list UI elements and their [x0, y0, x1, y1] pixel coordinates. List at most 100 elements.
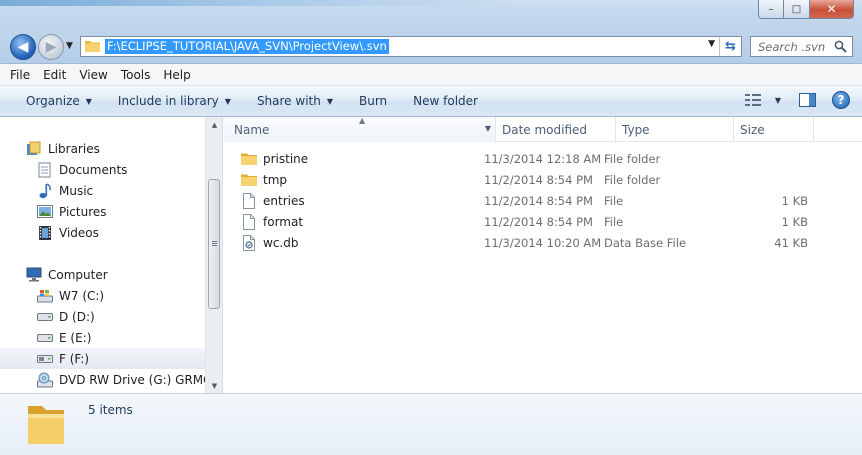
- file-date: 11/2/2014 8:54 PM: [484, 193, 593, 208]
- nav-item-music[interactable]: Music: [0, 180, 205, 201]
- back-button[interactable]: ◀: [10, 34, 36, 60]
- drive-icon: [37, 330, 53, 346]
- view-details-icon[interactable]: [744, 94, 761, 106]
- menu-help[interactable]: Help: [163, 68, 190, 82]
- share-with-button[interactable]: Share with ▼: [257, 94, 333, 108]
- nav-pane-scrollbar[interactable]: ▲ ▼: [205, 117, 222, 393]
- drive-icon: [37, 309, 53, 325]
- nav-item-drive-f[interactable]: F (F:): [0, 348, 205, 369]
- file-size: 1 KB: [781, 214, 808, 229]
- arrow-right-icon: ▶: [45, 39, 57, 55]
- address-bar[interactable]: F:\ECLIPSE_TUTORIAL\JAVA_SVN\ProjectView…: [80, 36, 742, 57]
- nav-item-pictures[interactable]: Pictures: [0, 201, 205, 222]
- address-dropdown-button[interactable]: ▼: [708, 39, 715, 49]
- documents-icon: [37, 162, 53, 178]
- refresh-button[interactable]: ⇆: [719, 37, 741, 56]
- file-row[interactable]: tmp 11/2/2014 8:54 PM File folder: [241, 169, 841, 190]
- grip-icon: [211, 241, 217, 247]
- menu-bar: File Edit View Tools Help: [0, 64, 862, 86]
- file-type: Data Base File: [604, 235, 687, 250]
- nav-item-label: Libraries: [48, 141, 100, 156]
- window-controls: – □ ✕: [758, 0, 854, 19]
- column-type[interactable]: Type: [616, 117, 734, 142]
- nav-item-label: E (E:): [59, 330, 92, 345]
- file-name: wc.db: [263, 235, 299, 250]
- nav-item-computer[interactable]: Computer: [0, 264, 205, 285]
- file-icon: [241, 192, 257, 209]
- title-strip: [0, 0, 862, 6]
- nav-item-label: Videos: [59, 225, 99, 240]
- file-name: format: [263, 214, 304, 229]
- chevron-down-icon[interactable]: ▼: [485, 124, 491, 133]
- file-list: ▲ Name ▼ Date modified Type Size pristin…: [224, 116, 862, 393]
- organize-label: Organize: [26, 94, 80, 108]
- include-in-library-label: Include in library: [117, 94, 219, 108]
- file-name: pristine: [263, 151, 309, 166]
- file-date: 11/2/2014 8:54 PM: [484, 214, 593, 229]
- window-chrome: – □ ✕ ◀ ▶ ▼ F:\ECLIPSE_TUTORIAL\JAVA_SVN…: [0, 0, 862, 64]
- folder-icon: [241, 172, 257, 188]
- nav-item-label: Documents: [59, 162, 128, 177]
- recent-pages-dropdown[interactable]: ▼: [66, 41, 73, 51]
- column-date-modified[interactable]: Date modified: [496, 117, 616, 142]
- computer-icon: [26, 267, 42, 283]
- scroll-down-icon[interactable]: ▼: [206, 378, 222, 393]
- nav-item-documents[interactable]: Documents: [0, 159, 205, 180]
- nav-item-videos[interactable]: Videos: [0, 222, 205, 243]
- file-row[interactable]: pristine 11/3/2014 12:18 AM File folder: [241, 148, 841, 169]
- folder-icon: [241, 151, 257, 167]
- include-in-library-button[interactable]: Include in library ▼: [118, 94, 231, 108]
- column-header-row: ▲ Name ▼ Date modified Type Size: [224, 116, 862, 142]
- magnifier-icon[interactable]: [834, 40, 847, 56]
- file-date: 11/2/2014 8:54 PM: [484, 172, 593, 187]
- column-name[interactable]: ▲ Name ▼: [224, 116, 496, 142]
- nav-item-label: Pictures: [59, 204, 107, 219]
- dvd-drive-icon: [37, 372, 53, 388]
- menu-edit[interactable]: Edit: [43, 68, 66, 82]
- forward-button[interactable]: ▶: [38, 34, 64, 60]
- file-icon: [241, 213, 257, 230]
- libraries-icon: [26, 141, 42, 157]
- column-name-label: Name: [234, 122, 270, 137]
- nav-item-drive-e[interactable]: E (E:): [0, 327, 205, 348]
- usb-drive-icon: [37, 351, 53, 367]
- address-path[interactable]: F:\ECLIPSE_TUTORIAL\JAVA_SVN\ProjectView…: [105, 39, 389, 54]
- help-button[interactable]: ?: [832, 91, 850, 109]
- maximize-button[interactable]: □: [784, 0, 810, 19]
- nav-item-libraries[interactable]: Libraries: [0, 138, 205, 159]
- database-file-icon: [241, 234, 257, 251]
- new-folder-button[interactable]: New folder: [413, 94, 478, 108]
- menu-tools[interactable]: Tools: [121, 68, 151, 82]
- menu-view[interactable]: View: [79, 68, 107, 82]
- file-date: 11/3/2014 10:20 AM: [484, 235, 602, 250]
- nav-item-drive-d[interactable]: D (D:): [0, 306, 205, 327]
- command-bar: Organize ▼ Include in library ▼ Share with…: [0, 86, 862, 117]
- item-count: 5 items: [88, 403, 133, 417]
- nav-item-label: D (D:): [59, 309, 95, 324]
- file-row[interactable]: format 11/2/2014 8:54 PM File 1 KB: [241, 211, 841, 232]
- chevron-down-icon: ▼: [326, 96, 333, 106]
- organize-button[interactable]: Organize ▼: [26, 94, 92, 108]
- music-icon: [37, 182, 53, 199]
- file-size: 1 KB: [781, 193, 808, 208]
- scrollbar-thumb[interactable]: [208, 179, 220, 309]
- refresh-icon: ⇆: [725, 39, 736, 54]
- search-placeholder[interactable]: Search .svn: [758, 40, 825, 54]
- menu-file[interactable]: File: [10, 68, 30, 82]
- close-button[interactable]: ✕: [810, 0, 854, 19]
- column-size[interactable]: Size: [734, 117, 814, 142]
- search-box[interactable]: Search .svn: [750, 36, 853, 57]
- file-row[interactable]: entries 11/2/2014 8:54 PM File 1 KB: [241, 190, 841, 211]
- preview-pane-icon[interactable]: [799, 93, 816, 107]
- file-row[interactable]: wc.db 11/3/2014 10:20 AM Data Base File …: [241, 232, 841, 253]
- nav-item-label: W7 (C:): [59, 288, 105, 303]
- nav-item-drive-c[interactable]: W7 (C:): [0, 285, 205, 306]
- scroll-up-icon[interactable]: ▲: [206, 117, 222, 132]
- videos-icon: [37, 225, 53, 241]
- minimize-button[interactable]: –: [758, 0, 784, 19]
- folder-icon: [26, 400, 66, 449]
- chevron-down-icon: ▼: [85, 96, 92, 106]
- burn-button[interactable]: Burn: [359, 94, 387, 108]
- chevron-down-icon[interactable]: ▼: [775, 96, 781, 105]
- nav-item-drive-g[interactable]: DVD RW Drive (G:) GRMCUL: [0, 369, 222, 390]
